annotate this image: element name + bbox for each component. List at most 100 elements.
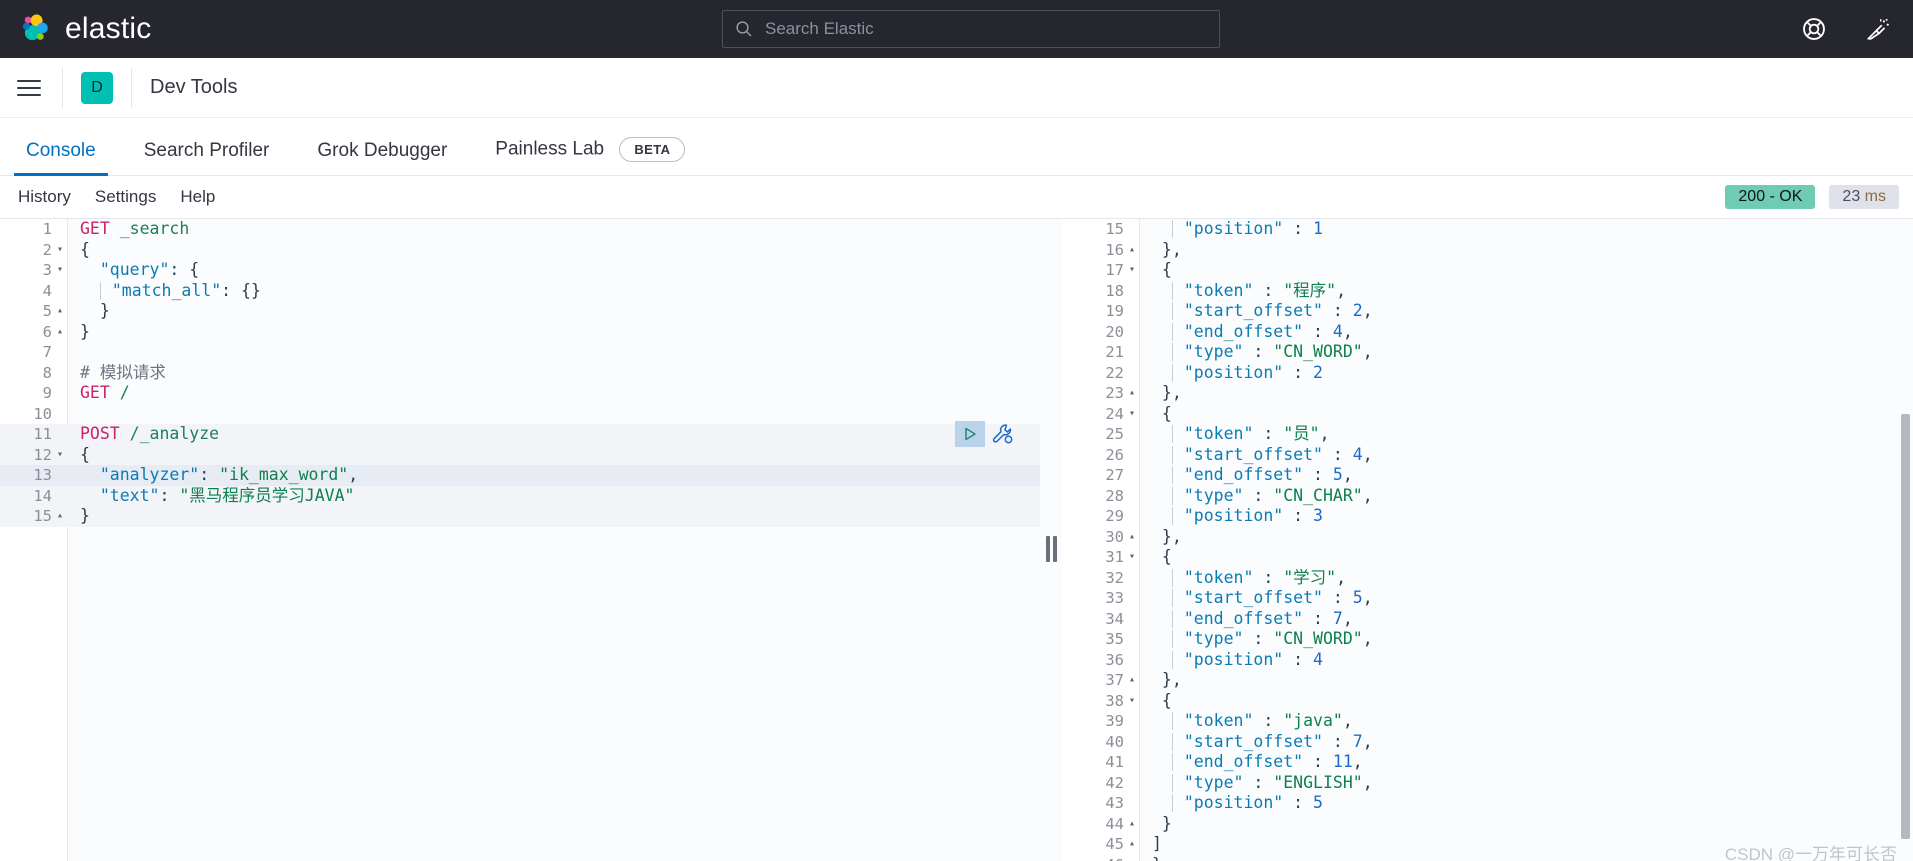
response-fold-toggle-icon[interactable]: ▴ [1124,814,1140,835]
response-line-number: 21 [1105,343,1124,361]
request-line[interactable]: 5 ▴ } [0,301,1040,322]
subnav-settings[interactable]: Settings [95,187,156,207]
response-line[interactable]: 21 "type" : "CN_WORD", [1062,342,1913,363]
response-line[interactable]: 32 "token" : "学习", [1062,568,1913,589]
request-fold-toggle-icon[interactable]: ▾ [52,240,68,261]
response-line[interactable]: 23 ▴ }, [1062,383,1913,404]
response-line[interactable]: 30 ▴ }, [1062,527,1913,548]
response-line[interactable]: 46▴} [1062,855,1913,861]
search-icon [736,21,752,37]
request-line[interactable]: 1 GET _search [0,219,1040,240]
response-fold-toggle-icon[interactable]: ▴ [1124,670,1140,691]
response-fold-toggle-icon[interactable]: ▾ [1124,260,1140,281]
tab-console[interactable]: Console [14,140,108,176]
pane-splitter[interactable] [1040,219,1062,861]
response-line[interactable]: 37 ▴ }, [1062,670,1913,691]
tab-painless-lab[interactable]: Painless Lab BETA [483,137,697,175]
response-vertical-scrollbar[interactable] [1901,414,1910,839]
code-token: , [1362,772,1373,792]
play-request-button[interactable] [955,421,985,447]
response-line[interactable]: 43 "position" : 5 [1062,793,1913,814]
request-fold-toggle-icon[interactable]: ▴ [52,506,68,527]
response-line[interactable]: 40 "start_offset" : 7, [1062,732,1913,753]
request-line[interactable]: 2 ▾ { [0,240,1040,261]
response-fold-toggle-icon[interactable]: ▴ [1124,527,1140,548]
vertical-drag-handle-icon[interactable] [1045,536,1057,562]
response-line[interactable]: 16 ▴ }, [1062,240,1913,261]
response-fold-toggle-icon[interactable]: ▾ [1124,547,1140,568]
response-line-number: 16 [1105,240,1124,259]
response-line[interactable]: 33 "start_offset" : 5, [1062,588,1913,609]
response-line[interactable]: 41 "end_offset" : 11, [1062,752,1913,773]
request-fold-toggle-icon[interactable]: ▾ [52,445,68,466]
request-line[interactable]: 8 # 模拟请求 [0,363,1040,384]
request-line[interactable]: 3 ▾ "query": { [0,260,1040,281]
response-line[interactable]: 28 "type" : "CN_CHAR", [1062,486,1913,507]
response-line[interactable]: 22 "position" : 2 [1062,363,1913,384]
response-fold-toggle-icon[interactable]: ▴ [1124,383,1140,404]
response-line-number: 25 [1105,425,1124,443]
response-line[interactable]: 26 "start_offset" : 4, [1062,445,1913,466]
request-fold-toggle-icon[interactable]: ▴ [52,322,68,343]
code-token: "position" [1183,219,1284,238]
response-line[interactable]: 42 "type" : "ENGLISH", [1062,773,1913,794]
response-line[interactable]: 25 "token" : "员", [1062,424,1913,445]
subnav-history[interactable]: History [18,187,71,207]
response-fold-toggle-icon[interactable]: ▴ [1124,240,1140,261]
response-line[interactable]: 15 "position" : 1 [1062,219,1913,240]
response-line[interactable]: 17 ▾ { [1062,260,1913,281]
response-line[interactable]: 44 ▴ } [1062,814,1913,835]
response-fold-toggle-icon[interactable]: ▾ [1124,404,1140,425]
response-line[interactable]: 27 "end_offset" : 5, [1062,465,1913,486]
wrench-tools-icon[interactable] [991,422,1015,446]
search-input[interactable] [765,19,1207,39]
request-line[interactable]: 14 "text": "黑马程序员学习JAVA" [0,485,1040,506]
request-line[interactable]: 7 [0,342,1040,363]
code-token: : [159,485,180,505]
response-line[interactable]: 29 "position" : 3 [1062,506,1913,527]
code-token: }, [1152,670,1182,689]
response-line[interactable]: 45 ▴] [1062,834,1913,855]
lifebuoy-help-icon[interactable] [1801,16,1827,42]
response-line[interactable]: 19 "start_offset" : 2, [1062,301,1913,322]
request-line-code: { [68,445,90,466]
response-line[interactable]: 39 "token" : "java", [1062,711,1913,732]
request-line[interactable]: 15 ▴} [0,506,1040,527]
space-avatar[interactable]: D [81,71,113,104]
celebration-announcement-icon[interactable] [1865,16,1891,42]
request-code-area[interactable]: 1 GET _search 2 ▾{3 ▾ "query": {4 "match_all… [0,219,1040,527]
request-line[interactable]: 13 "analyzer": "ik_max_word", [0,465,1040,486]
response-line[interactable]: 35 "type" : "CN_WORD", [1062,629,1913,650]
request-line[interactable]: 4 "match_all": {} [0,281,1040,302]
response-fold-toggle-icon[interactable]: ▾ [1124,691,1140,712]
request-line[interactable]: 6 ▴} [0,322,1040,343]
response-line[interactable]: 38 ▾ { [1062,691,1913,712]
request-line[interactable]: 12 ▾ { [0,444,1040,466]
response-line-number: 39 [1105,712,1124,730]
request-editor[interactable]: 1 GET _search 2 ▾{3 ▾ "query": {4 "match_all… [0,219,1040,861]
subnav-help[interactable]: Help [180,187,215,207]
response-line[interactable]: 18 "token" : "程序", [1062,281,1913,302]
response-line[interactable]: 34 "end_offset" : 7, [1062,609,1913,630]
response-fold-toggle-icon[interactable]: ▴ [1124,855,1140,861]
response-fold-toggle-icon[interactable]: ▴ [1124,834,1140,855]
request-line[interactable]: 9 GET / [0,383,1040,404]
code-token: "query" [99,260,170,279]
brand-area[interactable]: elastic [0,12,151,46]
response-line[interactable]: 31 ▾ { [1062,547,1913,568]
hamburger-menu-icon[interactable] [14,73,44,103]
response-line[interactable]: 36 "position" : 4 [1062,650,1913,671]
tab-grok-debugger[interactable]: Grok Debugger [305,140,459,175]
response-viewer-pane[interactable]: 15 "position" : 1 16 ▴ }, 17 ▾ {18 "token" :… [1062,219,1913,861]
request-fold-toggle-icon[interactable]: ▾ [52,260,68,281]
global-search-box[interactable] [722,10,1220,48]
request-fold-toggle-icon[interactable]: ▴ [52,301,68,322]
response-line[interactable]: 20 "end_offset" : 4, [1062,322,1913,343]
request-editor-pane[interactable]: 1 GET _search 2 ▾{3 ▾ "query": {4 "match_all… [0,219,1040,861]
response-line[interactable]: 24 ▾ { [1062,404,1913,425]
tab-search-profiler[interactable]: Search Profiler [132,140,282,175]
code-token: "token" [1183,567,1254,587]
request-line[interactable]: 11 POST /_analyze [0,424,1040,445]
request-line[interactable]: 10 [0,404,1040,425]
